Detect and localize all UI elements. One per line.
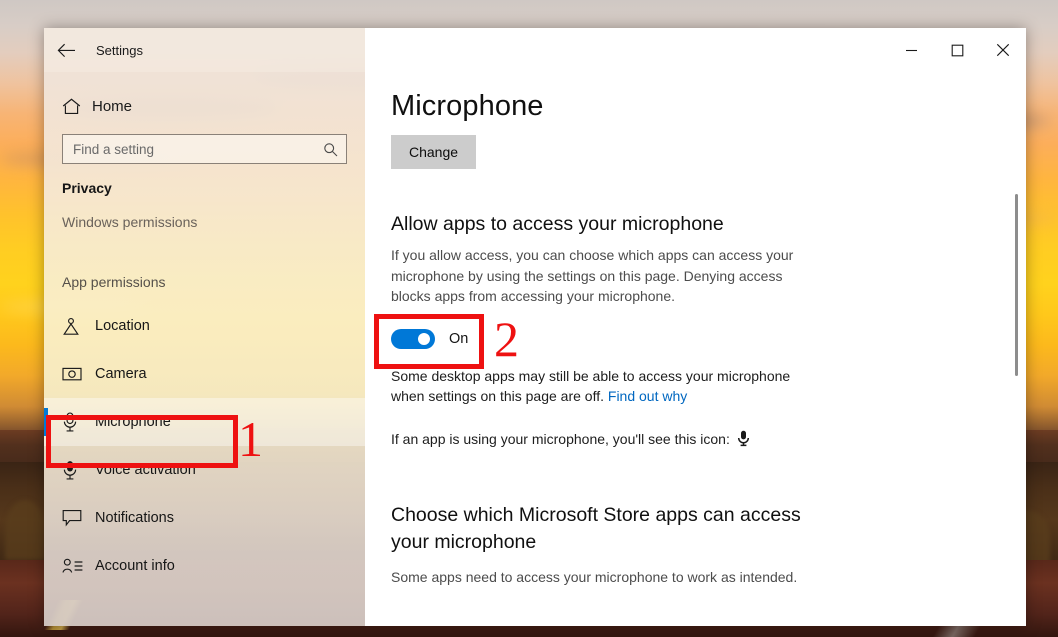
window-title: Settings xyxy=(96,42,143,58)
microphone-filled-icon xyxy=(62,460,95,481)
annotation-number-2: 2 xyxy=(494,311,519,367)
sidebar-item-home[interactable]: Home xyxy=(44,86,365,126)
sidebar-group-windows-permissions: Windows permissions xyxy=(62,214,198,230)
settings-content: Microphone Change Allow apps to access y… xyxy=(365,72,1026,626)
window-controls xyxy=(365,28,1026,72)
sidebar-item-label: Microphone xyxy=(95,414,171,430)
store-apps-description: Some apps need to access your microphone… xyxy=(391,569,798,585)
search-input[interactable] xyxy=(73,141,322,157)
microphone-access-toggle[interactable] xyxy=(391,328,435,349)
account-info-icon xyxy=(62,558,95,574)
sidebar-item-label: Voice activation xyxy=(95,462,196,478)
sidebar-item-notifications[interactable]: Notifications xyxy=(44,494,365,542)
microphone-access-toggle-row: On xyxy=(391,328,1026,349)
sidebar-group-app-permissions: App permissions xyxy=(62,274,166,290)
window-body: Home Privacy Windows permissions App xyxy=(44,72,1026,626)
maximize-button[interactable] xyxy=(934,28,980,72)
sidebar-item-label: Camera xyxy=(95,366,147,382)
settings-sidebar: Home Privacy Windows permissions App xyxy=(44,72,365,626)
toggle-state-label: On xyxy=(449,330,469,347)
title-bar: Settings xyxy=(44,28,1026,72)
allow-apps-description: If you allow access, you can choose whic… xyxy=(391,247,794,304)
settings-window: Settings Home Find a setting Privacy Win… xyxy=(44,28,1026,626)
close-button[interactable] xyxy=(980,28,1026,72)
title-bar-left: Settings xyxy=(44,28,365,72)
icon-usage-note: If an app is using your microphone, you'… xyxy=(391,429,831,453)
back-arrow-icon[interactable] xyxy=(44,28,88,72)
sidebar-item-account-info[interactable]: Account info xyxy=(44,542,365,590)
find-out-why-link[interactable]: Find out why xyxy=(608,388,687,404)
sidebar-item-camera[interactable]: Camera xyxy=(44,350,365,398)
toggle-knob xyxy=(418,332,430,345)
icon-usage-note-text: If an app is using your microphone, you'… xyxy=(391,430,730,447)
page-title: Microphone xyxy=(391,90,544,122)
sidebar-home-label: Home xyxy=(92,97,133,115)
minimize-button[interactable] xyxy=(888,28,934,72)
allow-apps-heading: Allow apps to access your microphone xyxy=(391,213,724,235)
location-pin-icon xyxy=(62,317,95,336)
sidebar-item-location[interactable]: Location xyxy=(44,302,365,350)
sidebar-item-label: Account info xyxy=(95,558,175,574)
scrollbar-thumb[interactable] xyxy=(1015,194,1018,376)
search-box[interactable] xyxy=(62,134,347,164)
camera-icon xyxy=(62,366,95,382)
store-apps-heading: Choose which Microsoft Store apps can ac… xyxy=(391,504,801,553)
annotation-number-1: 1 xyxy=(238,411,263,467)
sidebar-search xyxy=(44,126,365,164)
sidebar-section-title: Privacy xyxy=(62,180,112,196)
sidebar-item-label: Notifications xyxy=(95,510,174,526)
sidebar-item-voice-activation[interactable]: Voice activation xyxy=(44,446,365,494)
wallpaper-grass xyxy=(5,500,45,560)
vertical-scrollbar[interactable] xyxy=(1011,72,1022,626)
search-icon xyxy=(322,142,338,157)
microphone-outline-icon xyxy=(62,412,95,433)
microphone-filled-icon xyxy=(737,430,750,453)
sidebar-item-microphone[interactable]: Microphone xyxy=(44,398,365,446)
sidebar-item-label: Location xyxy=(95,318,150,334)
change-button[interactable]: Change xyxy=(391,135,477,169)
desktop-apps-note: Some desktop apps may still be able to a… xyxy=(391,366,823,407)
desktop-apps-note-text: Some desktop apps may still be able to a… xyxy=(391,367,791,405)
speech-bubble-icon xyxy=(62,509,95,527)
home-icon xyxy=(62,98,92,115)
